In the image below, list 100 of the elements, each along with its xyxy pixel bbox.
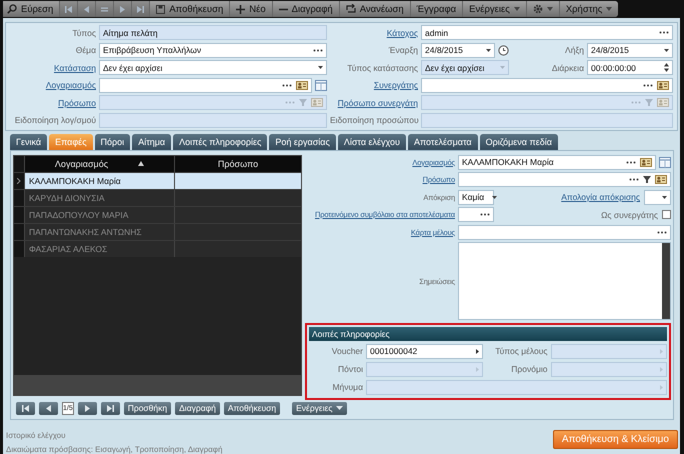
field-label: Θέμα — [74, 45, 96, 55]
first-record-icon — [65, 6, 72, 12]
previous-page-button[interactable] — [39, 402, 58, 414]
field-link[interactable]: Πρόσωπο συνεργάτη — [330, 98, 418, 108]
settings-menu-button[interactable] — [526, 1, 559, 17]
field-link[interactable]: Κάτοχος — [330, 28, 418, 38]
input-field[interactable] — [458, 207, 494, 222]
toolbar-button[interactable]: Έγγραφα — [410, 1, 462, 17]
toolbar-button[interactable]: Νέο — [230, 1, 272, 17]
tab[interactable]: Ροή εργασίας — [269, 134, 336, 150]
actions-button[interactable]: Ενέργειες — [292, 402, 348, 414]
right-arrow-icon[interactable] — [476, 348, 478, 354]
toolbar-button[interactable]: Εύρεση — [3, 1, 60, 17]
ellipsis-icon[interactable] — [657, 230, 667, 234]
input-field[interactable]: ΚΑΛΑΜΠΟΚΑΚΗ Μαρία — [458, 154, 656, 170]
input-field[interactable] — [458, 224, 671, 240]
input-field[interactable] — [99, 78, 312, 92]
toolbar-button[interactable]: Χρήστης — [560, 1, 618, 17]
tab[interactable]: Αίτημα — [132, 134, 172, 150]
previous-page-icon — [45, 404, 52, 412]
contact-card-icon[interactable] — [640, 158, 652, 166]
input-field[interactable]: 0001000042 — [366, 344, 482, 358]
toolbar-button[interactable]: Ανανέωση — [340, 1, 410, 17]
table-row[interactable]: ΠΑΠΑΔΟΠΟΥΛΟΥ ΜΑΡΙΑ — [14, 206, 301, 222]
field-label: Voucher — [330, 346, 363, 356]
plus-icon — [236, 4, 246, 14]
tab[interactable]: Λοιπές πληροφορίες — [173, 134, 268, 150]
table-row[interactable]: ΠΑΠΑΝΤΩΝΑΚΗΣ ΑΝΤΩΝΗΣ — [14, 222, 301, 240]
field-link[interactable]: Συνεργάτης — [330, 80, 418, 90]
table-icon[interactable] — [315, 80, 327, 90]
table-row[interactable]: ΦΑΣΑΡΙΑΣ ΑΛΕΚΟΣ — [14, 240, 301, 256]
dropdown-arrow-icon[interactable] — [492, 196, 498, 198]
toolbar-button[interactable]: Διαγραφή — [272, 1, 339, 17]
section-header: Λοιπές πληροφορίες — [309, 326, 667, 340]
first-page-button[interactable] — [16, 402, 35, 414]
field-label: Διάρκεια — [550, 62, 584, 72]
dropdown-arrow-icon[interactable] — [664, 48, 669, 52]
filter-icon[interactable] — [643, 176, 651, 183]
ellipsis-icon[interactable] — [313, 48, 323, 52]
tab[interactable]: Γενικά — [10, 134, 48, 150]
field-link[interactable]: Πρόσωπο — [8, 98, 96, 108]
field-label: Τύπος μέλους — [494, 346, 548, 356]
table-cell: ΦΑΣΑΡΙΑΣ ΑΛΕΚΟΣ — [24, 240, 174, 256]
settings-icon — [532, 4, 543, 14]
input-field[interactable] — [421, 78, 673, 92]
tab[interactable]: Οριζόμενα πεδία — [480, 134, 558, 150]
dropdown-arrow-icon[interactable] — [318, 66, 323, 69]
spinner-icon[interactable] — [664, 63, 669, 72]
access-rights-text: Δικαιώματα πρόσβασης: Εισαγωγή, Τροποποίηση, Διαγραφή — [6, 445, 222, 454]
input-field[interactable]: Επιβράβευση Υπαλλήλων — [99, 42, 327, 58]
dropdown-arrow-icon[interactable] — [486, 48, 491, 52]
scrollbar[interactable] — [662, 243, 670, 319]
grid-action-button[interactable]: Διαγραφή — [175, 402, 220, 414]
input-field[interactable]: 00:00:00:00 — [587, 60, 673, 75]
contact-card-icon[interactable] — [657, 80, 669, 90]
tab[interactable]: Λίστα ελέγχου — [338, 134, 406, 150]
tab[interactable]: Πόροι — [94, 134, 130, 150]
last-page-icon — [106, 404, 114, 412]
contact-card-icon[interactable] — [296, 80, 308, 90]
input-field[interactable]: 24/8/2015 — [421, 42, 495, 58]
search-icon — [7, 4, 17, 14]
ellipsis-icon[interactable] — [659, 31, 669, 34]
grid-action-button[interactable]: Αποθήκευση — [224, 402, 280, 414]
table-row[interactable]: ΚΑΡΥΔΗ ΔΙΟΝΥΣΙΑ — [14, 188, 301, 206]
dropdown-arrow-icon[interactable] — [662, 196, 667, 198]
input-field[interactable]: admin — [421, 25, 673, 40]
toolbar-button[interactable]: Ενέργειες — [463, 1, 526, 17]
save-icon — [156, 4, 166, 14]
first-page-icon — [22, 404, 29, 412]
last-page-button[interactable] — [100, 402, 120, 414]
input-field[interactable]: 24/8/2015 — [587, 42, 673, 58]
audit-history-label: Ιστορικό ελέγχου — [6, 431, 66, 440]
ellipsis-icon[interactable] — [643, 84, 653, 86]
ellipsis-icon[interactable] — [629, 178, 639, 181]
ellipsis-icon[interactable] — [626, 160, 636, 164]
input-field[interactable] — [458, 172, 671, 187]
grid-action-button[interactable]: Προσθήκη — [124, 402, 172, 414]
input-field[interactable]: Δεν έχει αρχίσει — [99, 60, 327, 75]
tab[interactable]: Αποτελέσματα — [408, 134, 478, 150]
notes-field[interactable] — [458, 242, 671, 320]
refresh-icon — [346, 4, 356, 14]
input-field[interactable]: Καμία — [458, 190, 494, 204]
input-field[interactable] — [644, 190, 671, 204]
ellipsis-icon[interactable] — [480, 213, 490, 216]
field-label: Τύπος — [71, 28, 96, 38]
field-link[interactable]: Κατάσταση — [8, 62, 96, 72]
table-icon[interactable] — [659, 156, 671, 168]
ellipsis-icon[interactable] — [282, 84, 292, 86]
checkbox[interactable] — [662, 210, 671, 219]
table-row[interactable]: ΚΑΛΑΜΠΟΚΑΚΗ Μαρία — [14, 172, 301, 188]
next-page-button[interactable] — [78, 402, 97, 414]
contact-card-icon[interactable] — [655, 175, 667, 184]
field-link[interactable]: Απολογία απόκρισης — [561, 192, 640, 202]
previous-record-icon — [83, 6, 90, 12]
field-link[interactable]: Λογαριασμός — [8, 80, 96, 90]
field-label: Προνόμιο — [510, 364, 548, 374]
toolbar-button[interactable]: Αποθήκευση — [150, 1, 230, 17]
dropdown-arrow-icon — [546, 7, 553, 11]
clock-icon[interactable] — [498, 44, 509, 56]
field-label: Ειδοποίηση προσώπου — [330, 115, 418, 125]
